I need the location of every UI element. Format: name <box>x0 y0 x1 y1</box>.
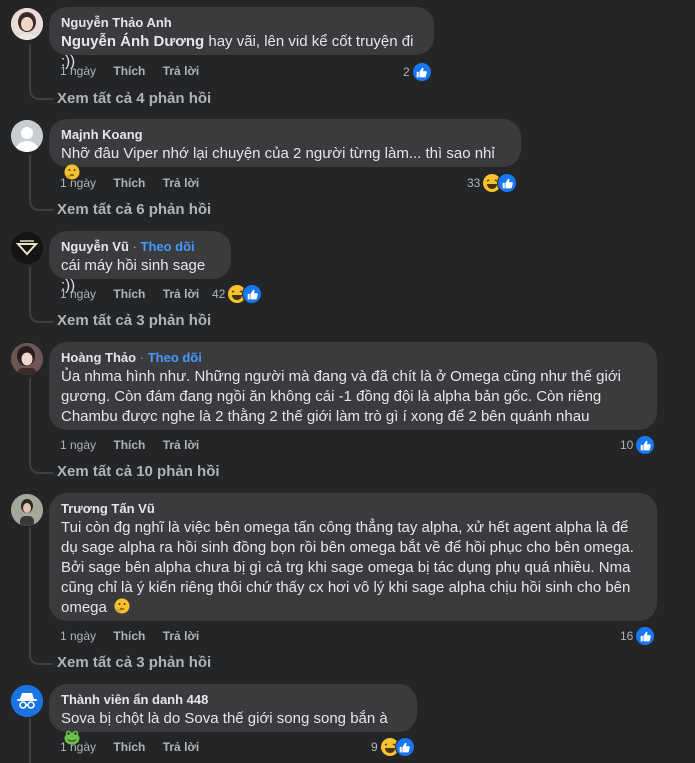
like-reaction-icon <box>635 435 656 455</box>
avatar[interactable] <box>11 685 43 717</box>
comment-time[interactable]: 1 ngày <box>60 629 96 643</box>
thread-hook <box>29 199 53 211</box>
thread-line <box>29 718 31 763</box>
like-button[interactable]: Thích <box>113 629 145 643</box>
comment-bubble: Nguyễn Thảo Anh Nguyễn Ánh Dương hay vãi… <box>49 7 434 70</box>
comment-time[interactable]: 1 ngày <box>60 176 96 190</box>
profile-photo-icon <box>11 343 43 375</box>
reaction-summary[interactable]: 33 <box>467 173 518 193</box>
follow-button[interactable]: Theo dõi <box>148 350 202 365</box>
mention-link[interactable]: Nguyễn Ánh Dương <box>61 33 204 50</box>
thread-line <box>29 44 31 90</box>
like-button[interactable]: Thích <box>113 287 145 301</box>
view-replies-link[interactable]: Xem tất cả 3 phản hồi <box>57 311 211 331</box>
comment-bubble: Majnh Koang Nhỡ đâu Viper nhớ lại chuyện… <box>49 119 521 180</box>
comment-actions: 1 ngày Thích Trả lời <box>60 175 213 191</box>
thread-hook <box>29 88 53 100</box>
comment-bubble: Hoàng Thảo · Theo dõi Ủa nhma hình như. … <box>49 342 657 430</box>
reaction-count: 10 <box>620 438 634 452</box>
view-replies-link[interactable]: Xem tất cả 4 phản hồi <box>57 89 211 109</box>
comment-time[interactable]: 1 ngày <box>60 64 96 78</box>
reply-button[interactable]: Trả lời <box>163 176 200 190</box>
comment-bubble: Nguyễn Vũ · Theo dõi cái máy hồi sinh sa… <box>49 231 231 294</box>
like-button[interactable]: Thích <box>113 64 145 78</box>
comment-author[interactable]: Majnh Koang <box>61 127 509 143</box>
like-reaction-icon <box>242 284 263 304</box>
profile-photo-icon <box>11 8 43 40</box>
comment-actions: 1 ngày Thích Trả lời <box>60 437 213 453</box>
thread-hook <box>29 311 53 323</box>
reaction-count: 33 <box>467 176 481 190</box>
view-replies-link[interactable]: Xem tất cả 6 phản hồi <box>57 200 211 220</box>
comment-actions: 1 ngày Thích Trả lời <box>60 286 213 302</box>
reply-button[interactable]: Trả lời <box>163 629 200 643</box>
comment-actions: 1 ngày Thích Trả lời <box>60 63 213 79</box>
anonymous-member-icon <box>11 685 43 717</box>
comment-author[interactable]: Nguyễn Thảo Anh <box>61 15 422 31</box>
avatar[interactable] <box>11 494 43 526</box>
thinking-face-icon <box>114 598 130 614</box>
reply-button[interactable]: Trả lời <box>163 438 200 452</box>
thread-line <box>29 267 31 313</box>
thread-line <box>29 155 31 201</box>
comment-actions: 1 ngày Thích Trả lời <box>60 628 213 644</box>
thread-hook <box>29 653 53 665</box>
like-reaction-icon <box>635 626 656 646</box>
reply-button[interactable]: Trả lời <box>163 64 200 78</box>
reaction-count: 9 <box>371 740 378 754</box>
avatar[interactable] <box>11 343 43 375</box>
reaction-summary[interactable]: 2 <box>403 62 432 82</box>
default-profile-icon <box>11 120 43 152</box>
reaction-summary[interactable]: 9 <box>371 737 415 757</box>
thread-line <box>29 378 31 462</box>
reaction-summary[interactable]: 42 <box>212 284 263 304</box>
comment-bubble: Trương Tấn Vũ Tui còn đg nghĩ là việc bê… <box>49 493 657 621</box>
reaction-summary[interactable]: 10 <box>620 435 656 455</box>
thread-hook <box>29 462 53 474</box>
comment-time[interactable]: 1 ngày <box>60 740 96 754</box>
comment-author[interactable]: Nguyễn Vũ <box>61 239 129 254</box>
view-replies-link[interactable]: Xem tất cả 10 phản hồi <box>57 462 220 482</box>
avatar[interactable] <box>11 232 43 264</box>
comment-text: Ủa nhma hình như. Những người mà đang và… <box>61 368 621 425</box>
comment-author[interactable]: Hoàng Thảo <box>61 350 136 365</box>
avatar[interactable] <box>11 8 43 40</box>
reply-button[interactable]: Trả lời <box>163 287 200 301</box>
comment-text: Tui còn đg nghĩ là việc bên omega tấn cô… <box>61 519 634 616</box>
reaction-count: 2 <box>403 65 410 79</box>
comment-bubble: Thành viên ẩn danh 448 Sova bị chột là d… <box>49 684 417 745</box>
like-reaction-icon <box>497 173 518 193</box>
like-button[interactable]: Thích <box>113 176 145 190</box>
profile-photo-icon <box>11 494 43 526</box>
comment-author[interactable]: Trương Tấn Vũ <box>61 501 645 517</box>
thread-line <box>29 527 31 653</box>
comment-time[interactable]: 1 ngày <box>60 287 96 301</box>
reply-button[interactable]: Trả lời <box>163 740 200 754</box>
comment-time[interactable]: 1 ngày <box>60 438 96 452</box>
comment-actions: 1 ngày Thích Trả lời <box>60 739 213 755</box>
avatar[interactable] <box>11 120 43 152</box>
reaction-count: 42 <box>212 287 226 301</box>
reaction-count: 16 <box>620 629 634 643</box>
comment-author[interactable]: Thành viên ẩn danh 448 <box>61 692 405 708</box>
like-reaction-icon <box>411 62 432 82</box>
like-button[interactable]: Thích <box>113 438 145 452</box>
reaction-summary[interactable]: 16 <box>620 626 656 646</box>
team-logo-icon <box>11 232 43 264</box>
like-reaction-icon <box>394 737 415 757</box>
view-replies-link[interactable]: Xem tất cả 3 phản hồi <box>57 653 211 673</box>
like-button[interactable]: Thích <box>113 740 145 754</box>
follow-button[interactable]: Theo dõi <box>141 239 195 254</box>
